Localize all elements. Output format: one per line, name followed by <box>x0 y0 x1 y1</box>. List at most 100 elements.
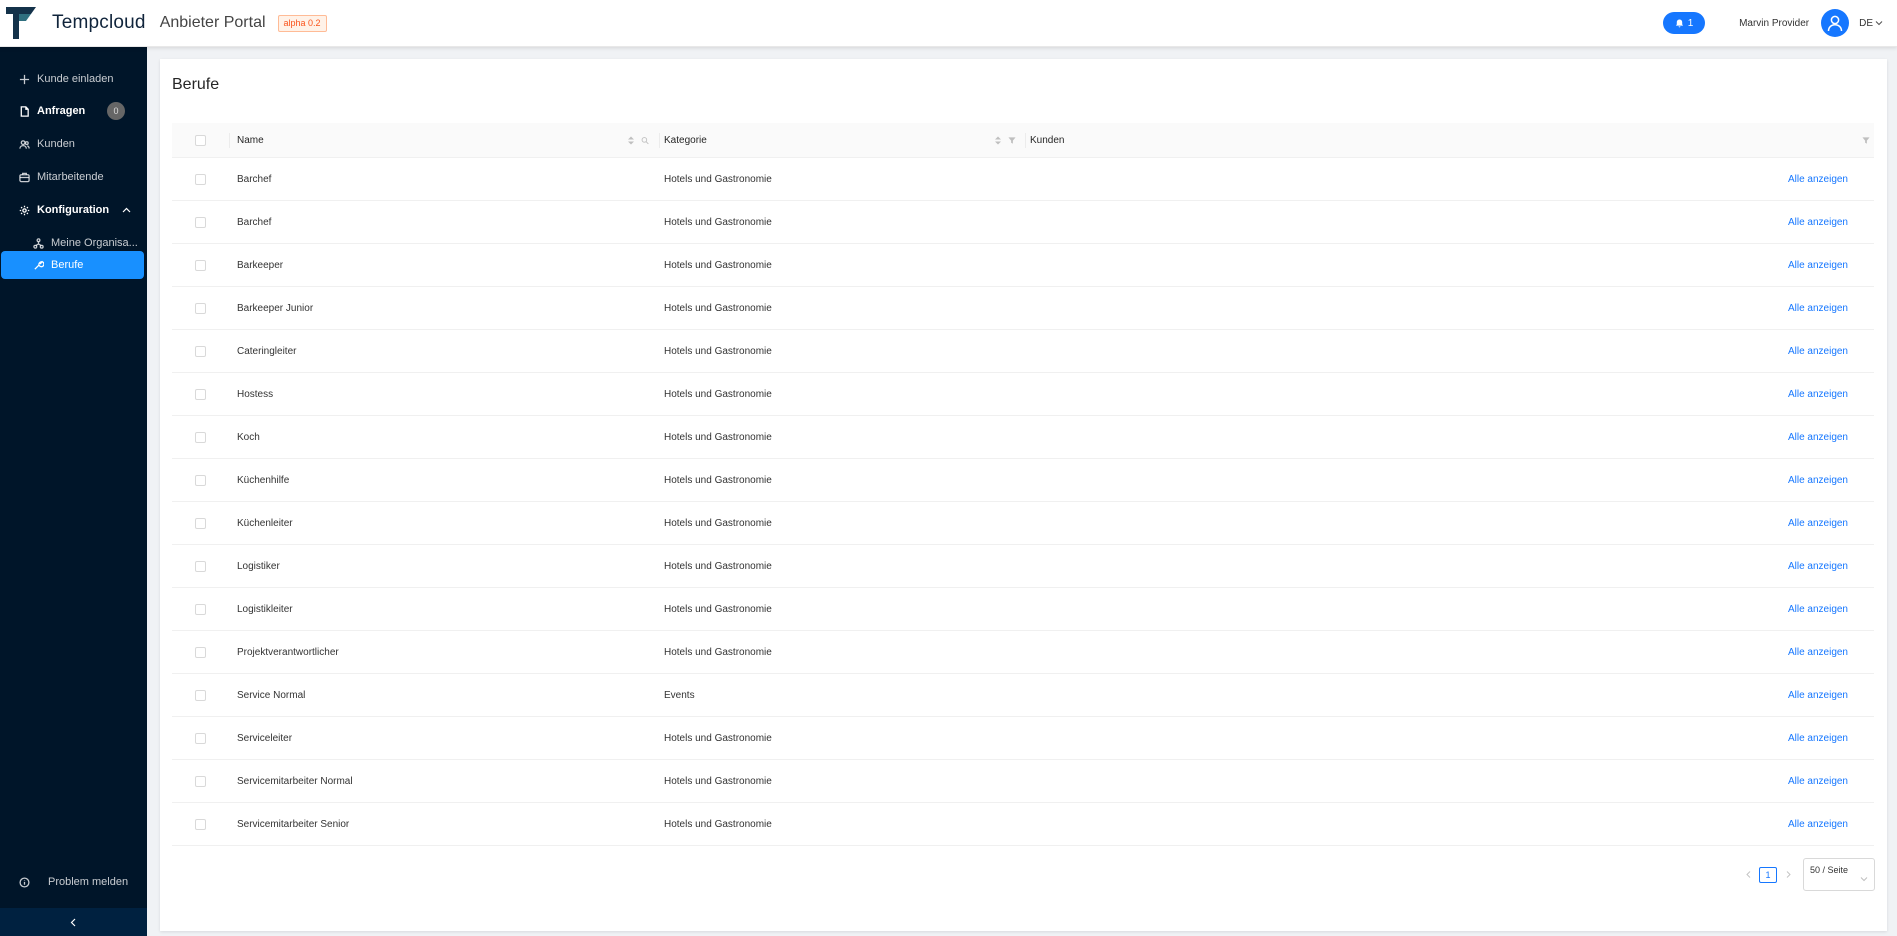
row-checkbox[interactable] <box>195 818 206 830</box>
row-select-cell <box>195 502 206 544</box>
sidebar-item-invite-customer[interactable]: Kunde einladen <box>0 65 147 93</box>
row-select-cell <box>195 201 206 243</box>
notifications-button[interactable]: 1 <box>1663 12 1706 34</box>
row-checkbox[interactable] <box>195 646 206 658</box>
show-all-link[interactable]: Alle anzeigen <box>1788 502 1848 544</box>
profession-category: Hotels und Gastronomie <box>664 560 772 572</box>
logo[interactable]: Tempcloud <box>6 6 146 40</box>
user-name[interactable]: Marvin Provider <box>1739 18 1809 29</box>
row-select-cell <box>195 760 206 802</box>
column-header-category[interactable]: Kategorie <box>664 123 707 157</box>
row-checkbox[interactable] <box>195 560 206 572</box>
sort-icon[interactable] <box>627 136 635 145</box>
row-checkbox[interactable] <box>195 775 206 787</box>
profession-category: Hotels und Gastronomie <box>664 732 772 744</box>
row-checkbox[interactable] <box>195 173 206 185</box>
show-all-link[interactable]: Alle anzeigen <box>1788 674 1848 716</box>
table-row: Projektverantwortlicher Hotels und Gastr… <box>172 631 1874 674</box>
previous-page-button[interactable] <box>1743 870 1753 880</box>
profession-name: Logistikleiter <box>237 603 293 615</box>
row-checkbox[interactable] <box>195 259 206 271</box>
profession-category: Hotels und Gastronomie <box>664 818 772 830</box>
row-select-cell <box>195 244 206 286</box>
row-select-cell <box>195 330 206 372</box>
show-all-link[interactable]: Alle anzeigen <box>1788 244 1848 286</box>
row-checkbox[interactable] <box>195 388 206 400</box>
profession-name: Küchenleiter <box>237 517 293 529</box>
next-page-button[interactable] <box>1783 870 1793 880</box>
show-all-link[interactable]: Alle anzeigen <box>1788 459 1848 501</box>
profession-name: Barchef <box>237 216 272 228</box>
pagination: 1 50 / Seite <box>1743 858 1875 891</box>
select-all-checkbox[interactable] <box>195 134 206 146</box>
profession-category: Hotels und Gastronomie <box>664 646 772 658</box>
chevron-left-icon <box>70 918 76 926</box>
sidebar: Kunde einladen Anfragen 0 Kunden Mitarbe… <box>0 47 147 936</box>
page-size-select[interactable]: 50 / Seite <box>1803 858 1875 891</box>
row-checkbox[interactable] <box>195 216 206 228</box>
profession-category: Hotels und Gastronomie <box>664 517 772 529</box>
sort-icon[interactable] <box>994 136 1002 145</box>
profession-category: Hotels und Gastronomie <box>664 474 772 486</box>
search-icon[interactable] <box>641 136 649 145</box>
sidebar-item-professions[interactable]: Berufe <box>1 251 144 279</box>
row-checkbox[interactable] <box>195 689 206 701</box>
show-all-link[interactable]: Alle anzeigen <box>1788 158 1848 200</box>
sidebar-item-configuration[interactable]: Konfiguration <box>0 196 147 224</box>
header-right: 1 Marvin Provider DE <box>1663 9 1883 37</box>
row-checkbox[interactable] <box>195 431 206 443</box>
filter-icon[interactable] <box>1862 136 1870 145</box>
show-all-link[interactable]: Alle anzeigen <box>1788 373 1848 415</box>
sidebar-item-employees[interactable]: Mitarbeitende <box>0 163 147 191</box>
show-all-link[interactable]: Alle anzeigen <box>1788 201 1848 243</box>
show-all-link[interactable]: Alle anzeigen <box>1788 545 1848 587</box>
row-select-cell <box>195 287 206 329</box>
row-checkbox[interactable] <box>195 732 206 744</box>
sidebar-item-customers[interactable]: Kunden <box>0 130 147 158</box>
page-number-button[interactable]: 1 <box>1759 866 1777 883</box>
profession-name: Hostess <box>237 388 274 400</box>
show-all-link[interactable]: Alle anzeigen <box>1788 416 1848 458</box>
category-column-tools <box>994 123 1016 157</box>
sidebar-item-label: Konfiguration <box>37 204 110 216</box>
profession-name: Barchef <box>237 173 272 185</box>
show-all-link[interactable]: Alle anzeigen <box>1788 588 1848 630</box>
row-checkbox[interactable] <box>195 517 206 529</box>
column-header-customers[interactable]: Kunden <box>1030 123 1064 157</box>
users-icon <box>18 138 30 150</box>
sidebar-item-label: Kunden <box>37 138 75 150</box>
portal-title: Anbieter Portal <box>159 14 266 31</box>
row-checkbox[interactable] <box>195 603 206 615</box>
avatar[interactable] <box>1821 9 1850 37</box>
profession-name: Barkeeper <box>237 259 284 271</box>
show-all-link[interactable]: Alle anzeigen <box>1788 803 1848 845</box>
row-select-cell <box>195 717 206 759</box>
page-title: Berufe <box>172 76 220 93</box>
profession-name: Koch <box>237 431 260 443</box>
filter-icon[interactable] <box>1008 136 1016 145</box>
sidebar-collapse-button[interactable] <box>0 908 147 936</box>
row-checkbox[interactable] <box>195 474 206 486</box>
column-header-name[interactable]: Name <box>237 123 264 157</box>
profession-name: Küchenhilfe <box>237 474 290 486</box>
language-selector[interactable]: DE <box>1859 18 1883 29</box>
show-all-link[interactable]: Alle anzeigen <box>1788 631 1848 673</box>
profession-name: Projektverantwortlicher <box>237 646 339 658</box>
sidebar-item-report-problem[interactable]: Problem melden <box>0 868 147 896</box>
show-all-link[interactable]: Alle anzeigen <box>1788 717 1848 759</box>
show-all-link[interactable]: Alle anzeigen <box>1788 760 1848 802</box>
row-checkbox[interactable] <box>195 345 206 357</box>
profession-category: Hotels und Gastronomie <box>664 345 772 357</box>
sidebar-item-requests[interactable]: Anfragen 0 <box>0 97 147 125</box>
profession-category: Hotels und Gastronomie <box>664 259 772 271</box>
row-checkbox[interactable] <box>195 302 206 314</box>
table-row: Barchef Hotels und Gastronomie Alle anze… <box>172 158 1874 201</box>
notifications-count: 1 <box>1687 17 1694 29</box>
show-all-link[interactable]: Alle anzeigen <box>1788 287 1848 329</box>
show-all-link[interactable]: Alle anzeigen <box>1788 330 1848 372</box>
table-row: Serviceleiter Hotels und Gastronomie All… <box>172 717 1874 760</box>
row-select-cell <box>195 631 206 673</box>
sidebar-item-label: Meine Organisa... <box>51 237 138 249</box>
sidebar-item-label: Anfragen <box>37 105 86 117</box>
table-row: Logistiker Hotels und Gastronomie Alle a… <box>172 545 1874 588</box>
